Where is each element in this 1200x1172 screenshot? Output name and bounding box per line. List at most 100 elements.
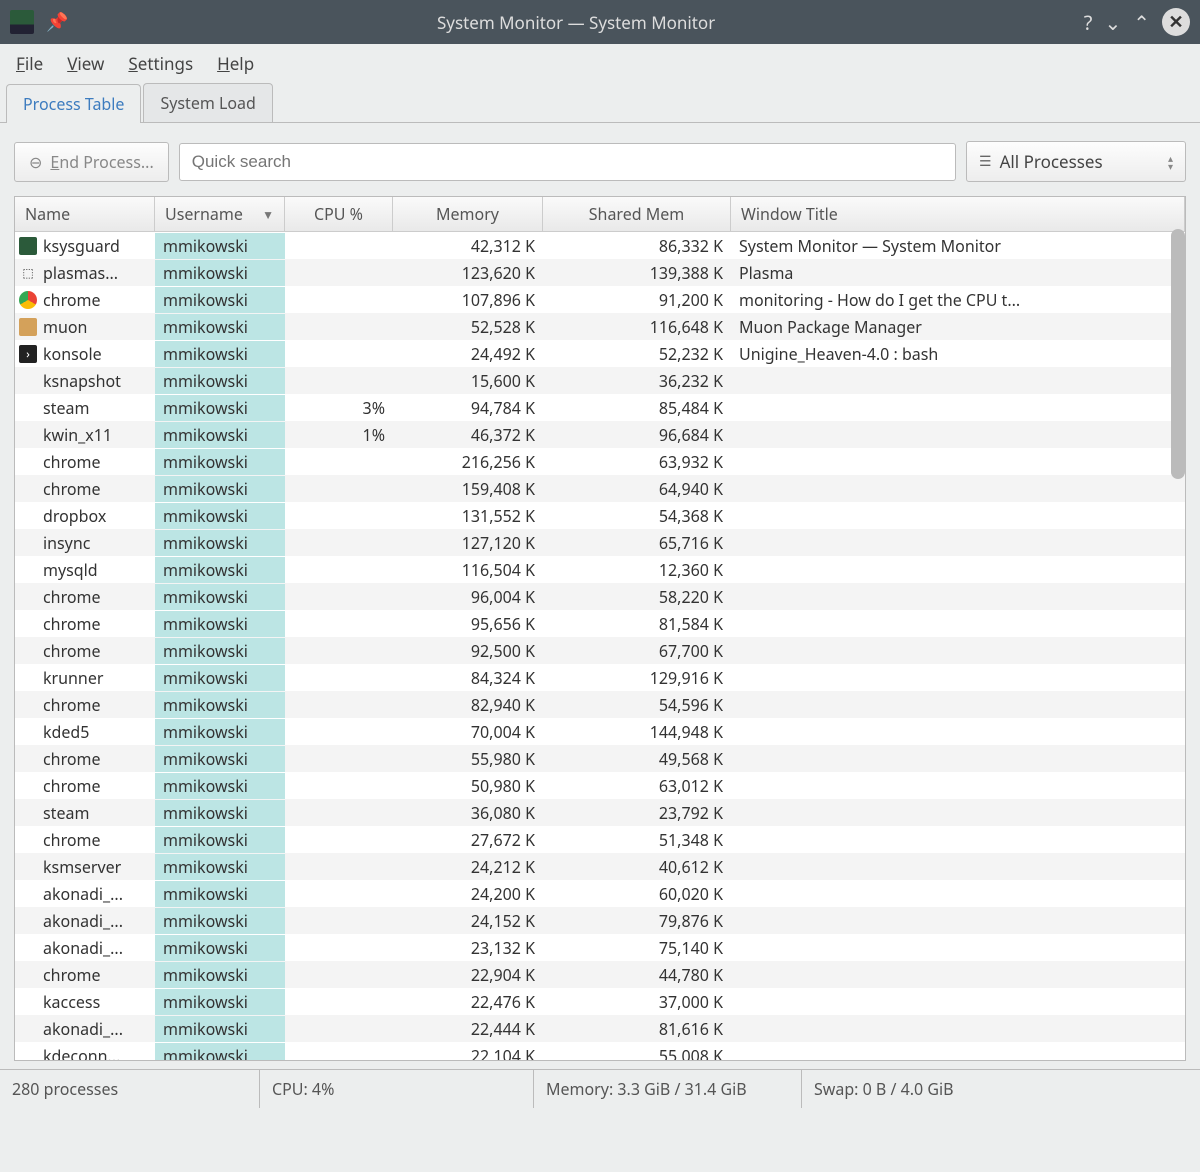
cell-mem: 22,904 K — [393, 962, 543, 988]
process-table: Name Username▼ CPU % Memory Shared Mem W… — [14, 196, 1186, 1061]
tabbar: Process Table System Load — [0, 83, 1200, 123]
col-name[interactable]: Name — [15, 197, 155, 231]
table-row[interactable]: steammmikowski36,080 K23,792 K — [15, 799, 1185, 826]
cell-shm: 144,948 K — [543, 719, 731, 745]
table-row[interactable]: akonadi_...mmikowski24,200 K60,020 K — [15, 880, 1185, 907]
cell-cpu — [285, 649, 393, 653]
cell-shm: 12,360 K — [543, 557, 731, 583]
table-row[interactable]: insyncmmikowski127,120 K65,716 K — [15, 529, 1185, 556]
status-swap: Swap: 0 B / 4.0 GiB — [802, 1070, 1200, 1108]
minimize-icon[interactable]: ⌄ — [1104, 9, 1121, 36]
cell-user: mmikowski — [155, 368, 285, 394]
col-shared-mem[interactable]: Shared Mem — [543, 197, 731, 231]
cell-name: akonadi_... — [15, 1016, 155, 1042]
table-row[interactable]: ksnapshotmmikowski15,600 K36,232 K — [15, 367, 1185, 394]
cell-name: ksysguard — [15, 233, 155, 259]
col-window-title[interactable]: Window Title — [731, 197, 1185, 231]
table-row[interactable]: chromemmikowski55,980 K49,568 K — [15, 745, 1185, 772]
col-memory[interactable]: Memory — [393, 197, 543, 231]
table-row[interactable]: steammmikowski3%94,784 K85,484 K — [15, 394, 1185, 421]
table-row[interactable]: chromemmikowski159,408 K64,940 K — [15, 475, 1185, 502]
cell-mem: 36,080 K — [393, 800, 543, 826]
cell-win — [731, 703, 1185, 707]
table-row[interactable]: chromemmikowski27,672 K51,348 K — [15, 826, 1185, 853]
table-row[interactable]: ›konsolemmikowski24,492 K52,232 KUnigine… — [15, 340, 1185, 367]
table-row[interactable]: akonadi_...mmikowski23,132 K75,140 K — [15, 934, 1185, 961]
cell-user: mmikowski — [155, 422, 285, 448]
cell-user: mmikowski — [155, 611, 285, 637]
table-row[interactable]: chromemmikowski95,656 K81,584 K — [15, 610, 1185, 637]
table-row[interactable]: chromemmikowski92,500 K67,700 K — [15, 637, 1185, 664]
close-icon[interactable]: ✕ — [1162, 8, 1190, 36]
table-row[interactable]: krunnermmikowski84,324 K129,916 K — [15, 664, 1185, 691]
cell-user: mmikowski — [155, 935, 285, 961]
cell-mem: 70,004 K — [393, 719, 543, 745]
cell-mem: 159,408 K — [393, 476, 543, 502]
menu-view[interactable]: View — [67, 52, 104, 75]
cell-shm: 44,780 K — [543, 962, 731, 988]
cell-mem: 96,004 K — [393, 584, 543, 610]
table-row[interactable]: muonmmikowski52,528 K116,648 KMuon Packa… — [15, 313, 1185, 340]
cell-shm: 79,876 K — [543, 908, 731, 934]
cell-user: mmikowski — [155, 557, 285, 583]
cell-mem: 127,120 K — [393, 530, 543, 556]
table-row[interactable]: chromemmikowski107,896 K91,200 Kmonitori… — [15, 286, 1185, 313]
cell-user: mmikowski — [155, 449, 285, 475]
table-row[interactable]: chromemmikowski216,256 K63,932 K — [15, 448, 1185, 475]
pin-icon[interactable]: 📌 — [46, 10, 68, 34]
cell-user: mmikowski — [155, 233, 285, 259]
col-username[interactable]: Username▼ — [155, 197, 285, 231]
table-row[interactable]: ksmservermmikowski24,212 K40,612 K — [15, 853, 1185, 880]
table-row[interactable]: chromemmikowski50,980 K63,012 K — [15, 772, 1185, 799]
table-row[interactable]: ⬚plasmas...mmikowski123,620 K139,388 KPl… — [15, 259, 1185, 286]
cell-mem: 22,476 K — [393, 989, 543, 1015]
table-row[interactable]: akonadi_...mmikowski24,152 K79,876 K — [15, 907, 1185, 934]
filter-dropdown[interactable]: ☰All Processes ▴▾ — [966, 141, 1186, 182]
cell-mem: 131,552 K — [393, 503, 543, 529]
cell-win — [731, 568, 1185, 572]
table-row[interactable]: kwin_x11mmikowski1%46,372 K96,684 K — [15, 421, 1185, 448]
table-row[interactable]: ksysguardmmikowski42,312 K86,332 KSystem… — [15, 232, 1185, 259]
cell-mem: 116,504 K — [393, 557, 543, 583]
table-header: Name Username▼ CPU % Memory Shared Mem W… — [15, 197, 1185, 232]
table-row[interactable]: kaccessmmikowski22,476 K37,000 K — [15, 988, 1185, 1015]
cell-name: chrome — [15, 287, 155, 313]
tab-process-table[interactable]: Process Table — [6, 84, 141, 123]
cell-mem: 24,492 K — [393, 341, 543, 367]
cell-mem: 55,980 K — [393, 746, 543, 772]
end-process-button[interactable]: ⊖ End Process... — [14, 142, 169, 182]
table-row[interactable]: kded5mmikowski70,004 K144,948 K — [15, 718, 1185, 745]
table-row[interactable]: chromemmikowski96,004 K58,220 K — [15, 583, 1185, 610]
table-row[interactable]: mysqldmmikowski116,504 K12,360 K — [15, 556, 1185, 583]
cell-cpu — [285, 784, 393, 788]
scrollbar[interactable] — [1171, 229, 1185, 479]
cell-mem: 94,784 K — [393, 395, 543, 421]
cell-user: mmikowski — [155, 638, 285, 664]
cell-user: mmikowski — [155, 503, 285, 529]
cell-user: mmikowski — [155, 395, 285, 421]
cell-name: akonadi_... — [15, 935, 155, 961]
cell-name: kaccess — [15, 989, 155, 1015]
search-input[interactable] — [179, 143, 956, 181]
cell-mem: 216,256 K — [393, 449, 543, 475]
menu-settings[interactable]: Settings — [128, 52, 193, 75]
table-row[interactable]: dropboxmmikowski131,552 K54,368 K — [15, 502, 1185, 529]
tab-system-load[interactable]: System Load — [143, 83, 272, 122]
cell-win — [731, 838, 1185, 842]
table-row[interactable]: chromemmikowski82,940 K54,596 K — [15, 691, 1185, 718]
cell-shm: 60,020 K — [543, 881, 731, 907]
help-icon[interactable]: ? — [1084, 9, 1093, 36]
table-row[interactable]: akonadi_...mmikowski22,444 K81,616 K — [15, 1015, 1185, 1042]
cell-mem: 123,620 K — [393, 260, 543, 286]
maximize-icon[interactable]: ⌃ — [1133, 9, 1150, 36]
cell-cpu — [285, 973, 393, 977]
cell-name: akonadi_... — [15, 881, 155, 907]
table-row[interactable]: chromemmikowski22,904 K44,780 K — [15, 961, 1185, 988]
col-cpu[interactable]: CPU % — [285, 197, 393, 231]
table-row[interactable]: kdeconn...mmikowski22,104 K55,008 K — [15, 1042, 1185, 1061]
cell-cpu — [285, 811, 393, 815]
toolbar: ⊖ End Process... ☰All Processes ▴▾ — [0, 123, 1200, 196]
cell-user: mmikowski — [155, 719, 285, 745]
menu-help[interactable]: Help — [217, 52, 254, 75]
menu-file[interactable]: File — [16, 52, 43, 75]
